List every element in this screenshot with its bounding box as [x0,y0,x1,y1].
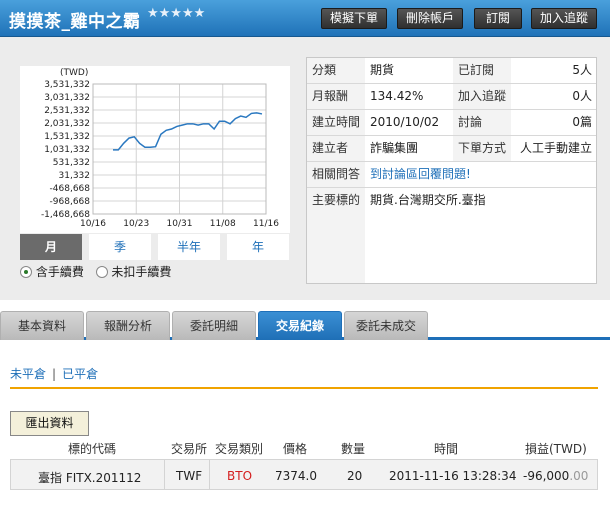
cell-price: 7374.0 [275,469,317,483]
tab-unfilled-orders[interactable]: 委託未成交 [344,311,428,340]
cell-qty: 20 [347,469,363,483]
performance-chart: (TWD) 3,531,332 3,031,332 2,531,332 2,031,33… [20,66,290,233]
cell-time: 2011-11-16 13:28:34 [389,469,517,483]
col-pnl: 損益(TWD) [525,442,587,456]
tab-basic-info[interactable]: 基本資料 [0,311,84,340]
target-value: 期貨.台灣期交所.臺指 [370,193,486,207]
page-title: 摸摸茶_雞中之霸 [9,12,141,32]
chart-svg: (TWD) 3,531,332 3,031,332 2,531,332 2,031,33… [41,68,279,229]
subscribe-button[interactable]: 訂閱 [474,8,522,29]
x-tick-label: 11/16 [253,219,279,229]
add-tracking-button[interactable]: 加入追蹤 [531,8,597,29]
cell-type: BTO [227,469,253,483]
period-tab-year[interactable]: 年 [227,234,289,260]
subscribed-value: 5人 [572,63,592,77]
x-tick-label: 10/16 [80,219,106,229]
table-header: 標的代碼 交易所 交易類別 價格 數量 時間 損益(TWD) [10,438,598,458]
col-price: 價格 [283,442,308,456]
divider [10,387,598,389]
tab-trade-records[interactable]: 交易紀錄 [258,311,342,340]
y-tick-label: 531,332 [53,158,90,168]
period-tab-month[interactable]: 月 [20,234,82,260]
tracking-value: 0人 [572,89,592,103]
x-tick-label: 10/23 [123,219,149,229]
export-button[interactable]: 匯出資料 [10,411,89,436]
qa-link[interactable]: 到討論區回覆問題! [365,162,596,187]
position-subnav: 未平倉 | 已平倉 [10,365,98,382]
y-tick-label: 1,531,332 [44,132,90,142]
col-symbol: 標的代碼 [68,442,117,456]
open-positions-link[interactable]: 未平倉 [10,367,46,381]
cell-exchange: TWF [176,469,203,483]
monthly-return-value: 134.42% [370,89,424,103]
pnl-main: -96,000 [523,469,570,483]
info-row: 月報酬 134.42% 加入追蹤 0人 [307,84,596,110]
y-tick-label: 1,031,332 [44,145,90,155]
monthly-return-label: 月報酬 [307,84,365,109]
series-line [113,112,263,151]
info-row: 相關問答 到討論區回覆問題! [307,162,596,188]
order-method-label: 下單方式 [453,136,511,161]
col-qty: 數量 [341,442,366,456]
header-bar: 摸摸茶_雞中之霸 ★★★★★ 模擬下單 刪除帳戶 訂閱 加入追蹤 [0,0,610,37]
qa-label: 相關問答 [307,162,365,187]
cell-pnl: -96,000.00 [523,469,588,483]
y-tick-label: 3,031,332 [44,93,90,103]
y-tick-label: 3,531,332 [44,80,90,90]
x-tick-label: 11/08 [210,219,236,229]
fee-excluded-radio[interactable] [95,266,108,278]
cell-symbol: 臺指 FITX.201112 [38,471,142,485]
y-tick-label: 2,031,332 [44,119,90,129]
info-row: 建立者 詐騙集團 下單方式 人工手動建立 [307,136,596,162]
cell-divider [209,460,210,489]
subnav-separator: | [52,367,57,381]
tab-order-details[interactable]: 委託明細 [172,311,256,340]
period-tab-quarter[interactable]: 季 [89,234,151,260]
created-label: 建立時間 [307,110,365,135]
tab-return-analysis[interactable]: 報酬分析 [86,311,170,340]
discuss-label: 討論 [453,110,511,135]
fee-options: 含手續費 未扣手續費 [20,263,171,280]
y-tick-label: 31,332 [59,171,91,181]
fee-included-label: 含手續費 [35,265,84,279]
table-row: 臺指 FITX.201112 TWF BTO 7374.0 20 2011-11… [10,459,598,490]
delete-account-button[interactable]: 刪除帳戶 [397,8,463,29]
info-row: 主要標的 期貨.台灣期交所.臺指 [307,188,596,283]
discuss-value: 0篇 [572,115,592,129]
order-method-value: 人工手動建立 [519,141,592,155]
fee-included-radio[interactable] [20,266,32,278]
subscribed-label: 已訂閱 [453,58,511,83]
info-table: 分類 期貨 已訂閱 5人 月報酬 134.42% 加入追蹤 0人 建立時間 20… [306,57,597,284]
creator-value: 詐騙集團 [370,141,419,155]
x-tick-label: 10/31 [167,219,193,229]
closed-positions-link[interactable]: 已平倉 [62,367,98,381]
info-row: 分類 期貨 已訂閱 5人 [307,58,596,84]
tracking-label: 加入追蹤 [453,84,511,109]
col-type: 交易類別 [215,442,264,456]
pnl-decimal: .00 [569,469,589,483]
creator-label: 建立者 [307,136,365,161]
category-label: 分類 [307,58,365,83]
section-tabs: 基本資料 報酬分析 委託明細 交易紀錄 委託未成交 [0,310,610,340]
period-tabs: 月 季 半年 年 [20,234,290,260]
y-unit-label: (TWD) [60,68,88,78]
created-value: 2010/10/02 [370,115,440,129]
y-tick-label: -468,668 [50,184,91,194]
y-tick-label: 2,531,332 [44,106,90,116]
info-row: 建立時間 2010/10/02 討論 0篇 [307,110,596,136]
y-tick-label: -968,668 [50,197,91,207]
fee-excluded-label: 未扣手續費 [111,265,172,279]
rating-stars: ★★★★★ [147,6,206,21]
cell-divider [164,460,165,489]
period-tab-halfyear[interactable]: 半年 [158,234,220,260]
col-time: 時間 [434,442,459,456]
col-exchange: 交易所 [171,442,208,456]
simulate-order-button[interactable]: 模擬下單 [321,8,387,29]
target-label: 主要標的 [307,188,365,283]
category-value: 期貨 [370,63,395,77]
